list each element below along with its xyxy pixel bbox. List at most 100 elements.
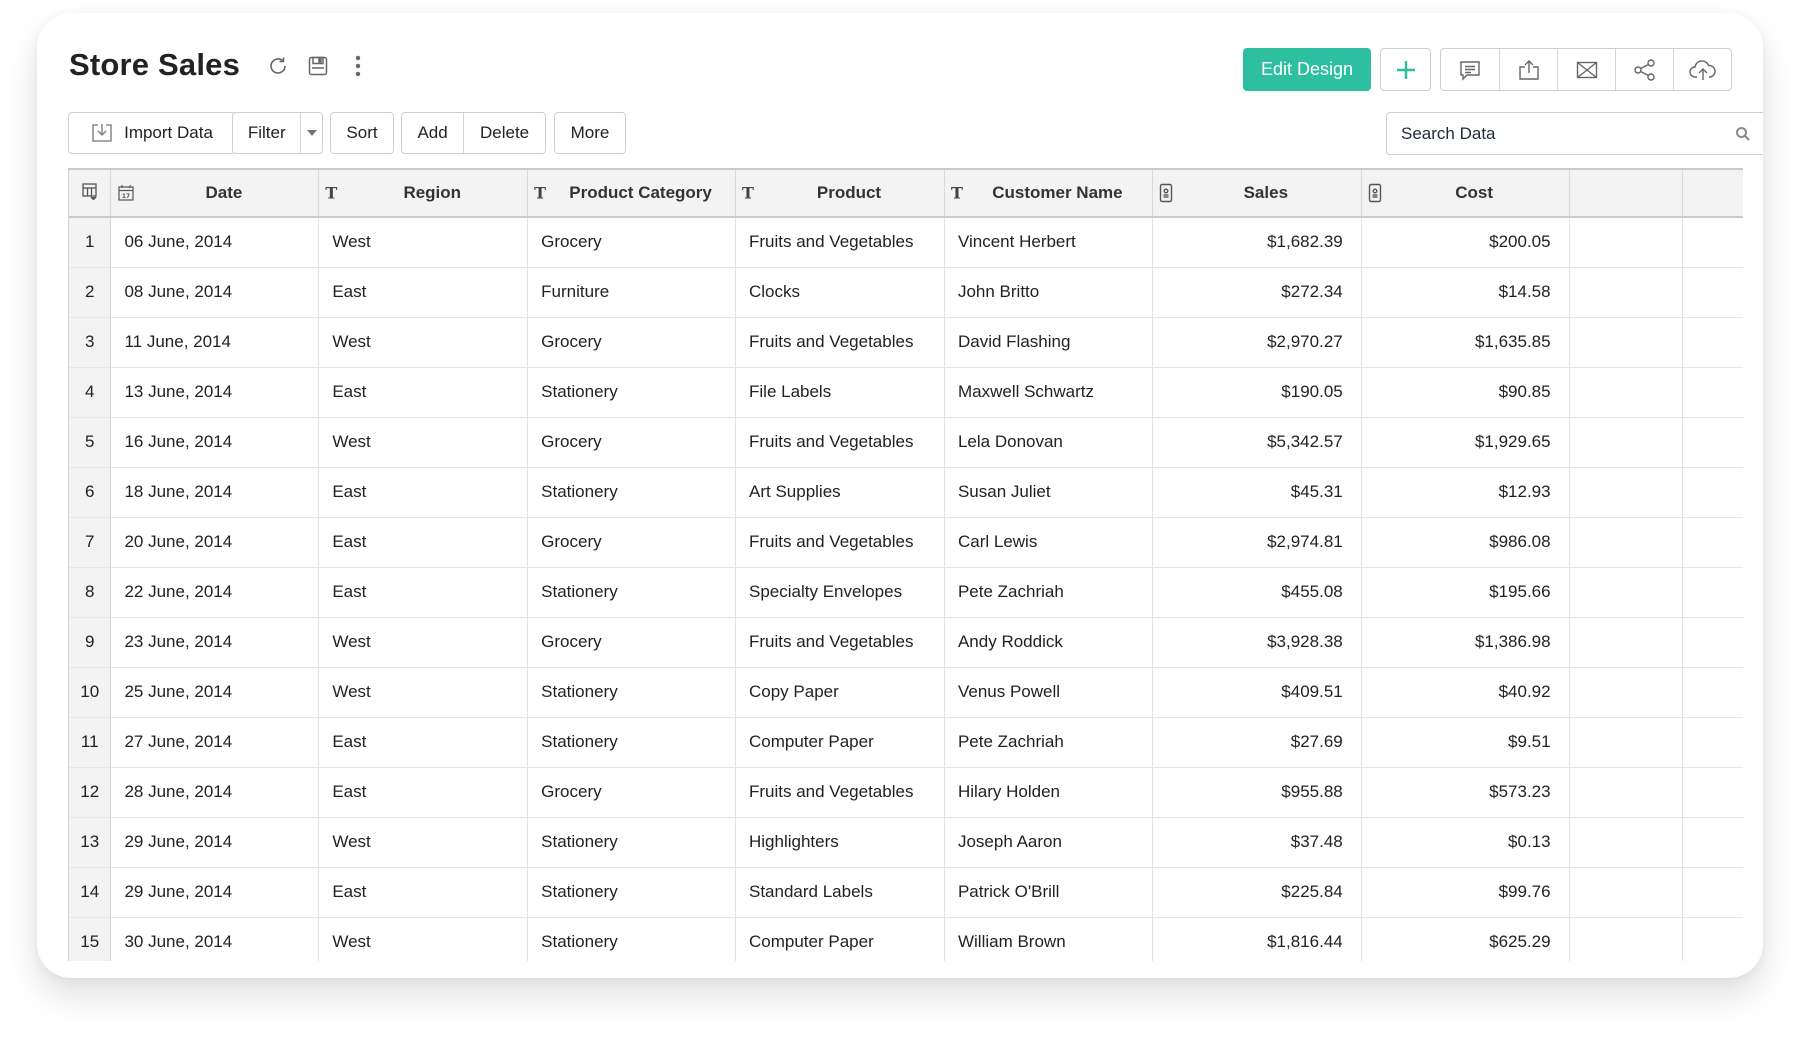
empty-cell[interactable]: [1569, 867, 1684, 918]
region-cell[interactable]: East: [318, 517, 529, 568]
table-row[interactable]: 13 29 June, 2014 West Stationery Highlighter…: [69, 817, 1743, 868]
sort-button[interactable]: Sort: [330, 112, 394, 154]
filter-button[interactable]: Filter: [233, 113, 300, 153]
comment-button[interactable]: [1441, 49, 1499, 90]
empty-cell[interactable]: [1569, 617, 1684, 668]
product-category-cell[interactable]: Grocery: [527, 517, 736, 568]
empty-cell[interactable]: [1569, 917, 1684, 961]
column-header-customer-name[interactable]: T Customer Name: [944, 170, 1153, 218]
table-row[interactable]: 4 13 June, 2014 East Stationery File Labels M…: [69, 367, 1743, 418]
cost-cell[interactable]: $625.29: [1361, 917, 1570, 961]
cost-cell[interactable]: $40.92: [1361, 667, 1570, 718]
table-row[interactable]: 6 18 June, 2014 East Stationery Art Supplies…: [69, 467, 1743, 518]
product-cell[interactable]: Fruits and Vegetables: [735, 417, 945, 468]
empty-cell[interactable]: [1682, 467, 1743, 518]
product-cell[interactable]: Specialty Envelopes: [735, 567, 945, 618]
product-category-cell[interactable]: Grocery: [527, 767, 736, 818]
product-cell[interactable]: Fruits and Vegetables: [735, 617, 945, 668]
region-cell[interactable]: West: [318, 217, 529, 268]
cost-cell[interactable]: $1,635.85: [1361, 317, 1570, 368]
region-cell[interactable]: West: [318, 617, 529, 668]
column-header-cost[interactable]: Cost: [1361, 170, 1570, 218]
cost-cell[interactable]: $573.23: [1361, 767, 1570, 818]
empty-cell[interactable]: [1682, 617, 1743, 668]
more-button[interactable]: More: [554, 112, 626, 154]
sales-cell[interactable]: $272.34: [1152, 267, 1362, 318]
date-cell[interactable]: 23 June, 2014: [110, 617, 320, 668]
cost-cell[interactable]: $99.76: [1361, 867, 1570, 918]
empty-cell[interactable]: [1569, 217, 1684, 268]
edit-design-button[interactable]: Edit Design: [1243, 48, 1371, 91]
sales-cell[interactable]: $955.88: [1152, 767, 1362, 818]
product-category-cell[interactable]: Grocery: [527, 217, 736, 268]
date-cell[interactable]: 22 June, 2014: [110, 567, 320, 618]
sales-cell[interactable]: $45.31: [1152, 467, 1362, 518]
email-button[interactable]: [1557, 49, 1615, 90]
empty-cell[interactable]: [1569, 367, 1684, 418]
search-input[interactable]: [1401, 123, 1735, 144]
region-cell[interactable]: West: [318, 417, 529, 468]
product-cell[interactable]: Highlighters: [735, 817, 945, 868]
product-cell[interactable]: Standard Labels: [735, 867, 945, 918]
cost-cell[interactable]: $1,929.65: [1361, 417, 1570, 468]
region-cell[interactable]: West: [318, 917, 529, 961]
table-row[interactable]: 14 29 June, 2014 East Stationery Standard La…: [69, 867, 1743, 918]
product-category-cell[interactable]: Stationery: [527, 867, 736, 918]
product-cell[interactable]: Computer Paper: [735, 717, 945, 768]
empty-cell[interactable]: [1569, 517, 1684, 568]
empty-cell[interactable]: [1569, 717, 1684, 768]
region-cell[interactable]: East: [318, 717, 529, 768]
search-icon[interactable]: [1735, 126, 1751, 142]
empty-cell[interactable]: [1682, 567, 1743, 618]
date-cell[interactable]: 27 June, 2014: [110, 717, 320, 768]
customer-name-cell[interactable]: Pete Zachriah: [944, 567, 1153, 618]
product-category-cell[interactable]: Grocery: [527, 317, 736, 368]
customer-name-cell[interactable]: Joseph Aaron: [944, 817, 1153, 868]
cost-cell[interactable]: $9.51: [1361, 717, 1570, 768]
sales-cell[interactable]: $455.08: [1152, 567, 1362, 618]
customer-name-cell[interactable]: David Flashing: [944, 317, 1153, 368]
customer-name-cell[interactable]: John Britto: [944, 267, 1153, 318]
customer-name-cell[interactable]: Patrick O'Brill: [944, 867, 1153, 918]
date-cell[interactable]: 25 June, 2014: [110, 667, 320, 718]
sales-cell[interactable]: $1,816.44: [1152, 917, 1362, 961]
region-cell[interactable]: West: [318, 817, 529, 868]
product-category-cell[interactable]: Stationery: [527, 567, 736, 618]
share-button[interactable]: [1615, 49, 1673, 90]
date-cell[interactable]: 08 June, 2014: [110, 267, 320, 318]
customer-name-cell[interactable]: William Brown: [944, 917, 1153, 961]
customer-name-cell[interactable]: Carl Lewis: [944, 517, 1153, 568]
add-row-button[interactable]: Add: [402, 113, 463, 153]
product-category-cell[interactable]: Stationery: [527, 717, 736, 768]
column-header-region[interactable]: T Region: [318, 170, 529, 218]
region-cell[interactable]: East: [318, 867, 529, 918]
product-cell[interactable]: Copy Paper: [735, 667, 945, 718]
date-cell[interactable]: 06 June, 2014: [110, 217, 320, 268]
empty-cell[interactable]: [1682, 667, 1743, 718]
product-category-cell[interactable]: Stationery: [527, 917, 736, 961]
region-cell[interactable]: East: [318, 567, 529, 618]
customer-name-cell[interactable]: Hilary Holden: [944, 767, 1153, 818]
empty-cell[interactable]: [1682, 367, 1743, 418]
table-row[interactable]: 10 25 June, 2014 West Stationery Copy Paper V…: [69, 667, 1743, 718]
table-row[interactable]: 3 11 June, 2014 West Grocery Fruits and Vege…: [69, 317, 1743, 368]
table-row[interactable]: 11 27 June, 2014 East Stationery Computer Pa…: [69, 717, 1743, 768]
sales-cell[interactable]: $3,928.38: [1152, 617, 1362, 668]
product-cell[interactable]: Fruits and Vegetables: [735, 317, 945, 368]
filter-dropdown-button[interactable]: [300, 113, 322, 153]
cost-cell[interactable]: $195.66: [1361, 567, 1570, 618]
product-category-cell[interactable]: Grocery: [527, 417, 736, 468]
empty-cell[interactable]: [1569, 667, 1684, 718]
empty-cell[interactable]: [1569, 467, 1684, 518]
region-cell[interactable]: East: [318, 267, 529, 318]
sales-cell[interactable]: $2,974.81: [1152, 517, 1362, 568]
sales-cell[interactable]: $225.84: [1152, 867, 1362, 918]
table-row[interactable]: 7 20 June, 2014 East Grocery Fruits and Vege…: [69, 517, 1743, 568]
product-category-cell[interactable]: Stationery: [527, 367, 736, 418]
product-cell[interactable]: Computer Paper: [735, 917, 945, 961]
table-row[interactable]: 8 22 June, 2014 East Stationery Specialty En…: [69, 567, 1743, 618]
date-cell[interactable]: 28 June, 2014: [110, 767, 320, 818]
sales-cell[interactable]: $2,970.27: [1152, 317, 1362, 368]
date-cell[interactable]: 16 June, 2014: [110, 417, 320, 468]
table-row[interactable]: 5 16 June, 2014 West Grocery Fruits and Vege…: [69, 417, 1743, 468]
